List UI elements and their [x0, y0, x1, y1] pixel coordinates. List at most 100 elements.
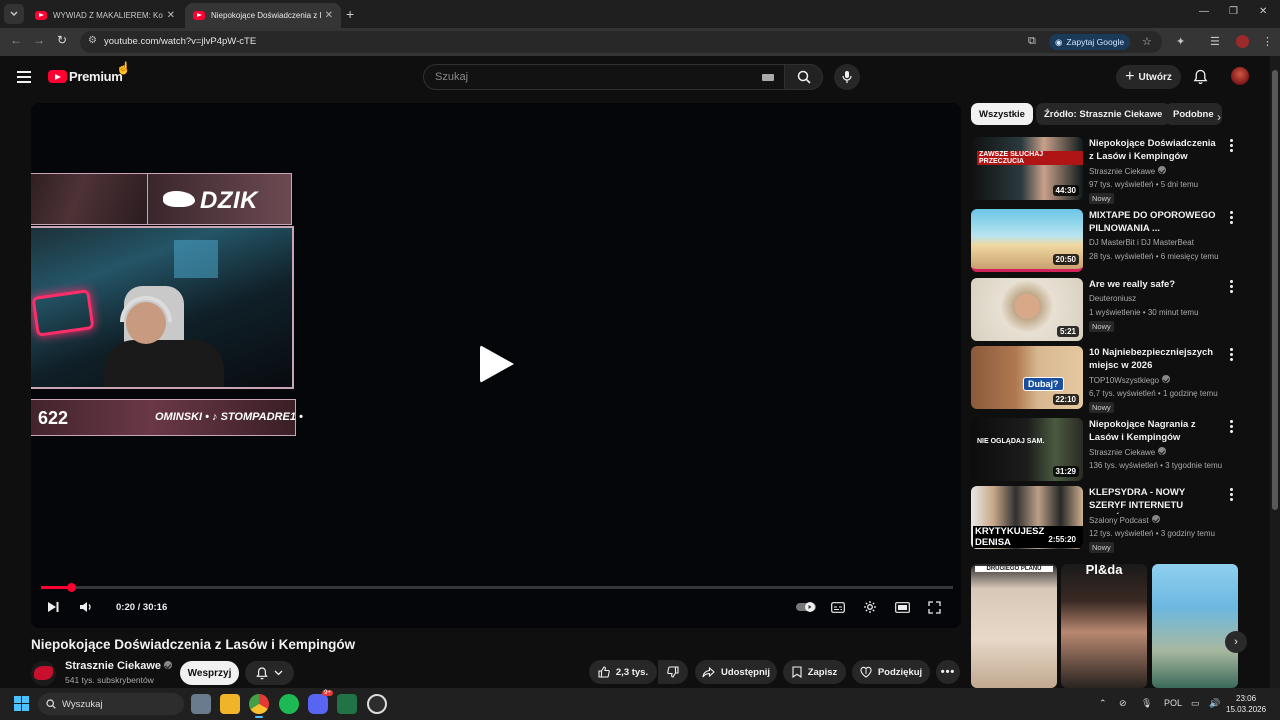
progress-scrubber[interactable] — [67, 583, 76, 592]
excel-icon[interactable] — [337, 694, 357, 714]
fullscreen-button[interactable] — [928, 600, 941, 614]
language-indicator[interactable]: POL — [1164, 698, 1182, 708]
video-thumbnail[interactable]: Dubaj? 22:10 — [971, 346, 1083, 409]
url-field[interactable]: ⚙ youtube.com/watch?v=jlvP4pW-cTE ⧉ ◉ Za… — [80, 31, 1162, 53]
rec-channel[interactable]: Strasznie Ciekawe — [1089, 447, 1167, 457]
scrollbar-thumb[interactable] — [1272, 70, 1278, 510]
chrome-icon[interactable] — [249, 694, 269, 718]
network-off-icon[interactable]: ⊘ — [1119, 698, 1127, 709]
like-button[interactable]: 2,3 tys. — [589, 660, 657, 684]
speaker-icon[interactable]: 🔊 — [1209, 698, 1220, 709]
more-options-icon[interactable] — [1230, 348, 1233, 363]
install-app-icon[interactable]: ⧉ — [1028, 35, 1036, 48]
recommendation-item[interactable]: KRYTYKUJESZ DENISA 2:55:20 KLEPSYDRA - N… — [971, 486, 1241, 553]
dislike-button[interactable] — [658, 660, 688, 684]
rec-channel[interactable]: DJ MasterBit i DJ MasterBeat — [1089, 238, 1194, 247]
play-pause-button[interactable] — [47, 600, 59, 614]
youtube-premium-logo[interactable]: Premium — [48, 69, 123, 84]
recommendation-item[interactable]: NIE OGLĄDAJ SAM. 31:29 Niepokojące Nagra… — [971, 418, 1241, 482]
rec-channel[interactable]: Strasznie Ciekawe — [1089, 166, 1167, 176]
page-scrollbar[interactable] — [1270, 56, 1280, 688]
recommendation-item[interactable]: 5:21 Are we really safe? Deuteroniusz 1 … — [971, 278, 1241, 342]
reload-icon[interactable]: ↻ — [57, 33, 67, 47]
create-button[interactable]: + Utwórz — [1116, 65, 1181, 89]
tab-search-button[interactable] — [4, 4, 24, 24]
subtitles-button[interactable] — [831, 600, 845, 614]
more-options-icon[interactable] — [1230, 420, 1233, 435]
task-view-icon[interactable] — [191, 694, 211, 714]
keyboard-icon[interactable] — [762, 74, 774, 81]
file-explorer-icon[interactable] — [220, 694, 240, 714]
rec-title[interactable]: Are we really safe? — [1089, 278, 1217, 291]
chip-similar[interactable]: Podobne — [1165, 103, 1222, 125]
share-button[interactable]: Udostępnij — [695, 660, 777, 684]
settings-button[interactable] — [863, 600, 877, 614]
notification-settings-button[interactable] — [245, 661, 294, 685]
close-tab-icon[interactable]: ✕ — [167, 10, 175, 21]
new-tab-icon[interactable]: + — [346, 6, 354, 22]
site-info-icon[interactable]: ⚙ — [88, 35, 97, 46]
theater-mode-button[interactable] — [895, 600, 910, 614]
minimize-icon[interactable]: — — [1199, 6, 1209, 17]
extensions-icon[interactable]: ✦ — [1176, 35, 1185, 48]
thanks-button[interactable]: Podziękuj — [852, 660, 930, 684]
recommendation-item[interactable]: ZAWSZE SŁUCHAJ PRZECZUCIA 44:30 Niepokoj… — [971, 137, 1241, 204]
chevron-right-icon[interactable]: › — [1217, 110, 1221, 124]
rec-channel[interactable]: Szalony Podcast — [1089, 515, 1160, 525]
rec-title[interactable]: Niepokojące Nagrania z Lasów i Kempingów — [1089, 418, 1217, 444]
more-options-icon[interactable] — [1230, 488, 1233, 503]
chip-all[interactable]: Wszystkie — [971, 103, 1033, 125]
tray-overflow-icon[interactable]: ⌃ — [1099, 698, 1107, 709]
menu-dots-icon[interactable]: ⋮ — [1262, 35, 1273, 48]
restore-icon[interactable]: ❐ — [1229, 6, 1238, 17]
notifications-bell-icon[interactable] — [1193, 69, 1208, 85]
recommendation-item[interactable]: Dubaj? 22:10 10 Najniebezpieczniejszych … — [971, 346, 1241, 413]
hamburger-menu-icon[interactable] — [17, 71, 31, 83]
voice-search-button[interactable] — [834, 64, 860, 90]
spotify-icon[interactable] — [279, 694, 299, 714]
video-thumbnail[interactable]: KRYTYKUJESZ DENISA 2:55:20 — [971, 486, 1083, 549]
video-thumbnail[interactable]: 5:21 — [971, 278, 1083, 341]
obs-icon[interactable] — [367, 694, 387, 714]
microphone-tray-icon[interactable]: 🎙 — [1141, 698, 1152, 709]
shorts-next-button[interactable]: › — [1225, 631, 1247, 653]
profile-avatar[interactable] — [1236, 35, 1249, 48]
more-actions-button[interactable]: ••• — [936, 660, 960, 684]
rec-title[interactable]: Niepokojące Doświadczenia z Lasów i Kemp… — [1089, 137, 1217, 163]
reading-list-icon[interactable]: ☰ — [1210, 35, 1220, 48]
forward-icon[interactable]: → — [33, 33, 45, 47]
taskbar-clock[interactable]: 23:06 15.03.2026 — [1226, 693, 1266, 715]
autoplay-toggle[interactable] — [795, 600, 817, 614]
rec-channel[interactable]: TOP10Wszystkiego — [1089, 375, 1171, 385]
channel-name[interactable]: Strasznie Ciekawe — [65, 660, 172, 672]
taskbar-search[interactable]: Wyszukaj — [38, 693, 184, 715]
video-thumbnail[interactable]: ZAWSZE SŁUCHAJ PRZECZUCIA 44:30 — [971, 137, 1083, 200]
display-icon[interactable]: ▭ — [1191, 698, 1200, 709]
close-tab-icon[interactable]: ✕ — [325, 10, 333, 21]
volume-button[interactable] — [79, 600, 93, 614]
support-button[interactable]: Wesprzyj — [180, 661, 239, 685]
rec-title[interactable]: 10 Najniebezpieczniejszych miejsc w 2026 — [1089, 346, 1217, 372]
more-options-icon[interactable] — [1230, 139, 1233, 154]
close-window-icon[interactable]: ✕ — [1259, 6, 1267, 17]
ask-google-button[interactable]: ◉ Zapytaj Google — [1049, 34, 1131, 50]
save-button[interactable]: Zapisz — [783, 660, 846, 684]
discord-icon[interactable]: 9+ — [308, 690, 333, 714]
search-button[interactable] — [785, 64, 823, 90]
recommendation-item[interactable]: 20:50 MIXTAPE DO OPOROWEGO PILNOWANIA ..… — [971, 209, 1241, 273]
play-icon[interactable] — [480, 345, 514, 383]
back-icon[interactable]: ← — [10, 33, 22, 47]
more-options-icon[interactable] — [1230, 211, 1233, 226]
bookmark-star-icon[interactable]: ☆ — [1142, 35, 1152, 48]
search-input[interactable]: Szukaj — [423, 64, 785, 90]
more-options-icon[interactable] — [1230, 280, 1233, 295]
rec-title[interactable]: MIXTAPE DO OPOROWEGO PILNOWANIA ... — [1089, 209, 1217, 235]
rec-title[interactable]: KLEPSYDRA - NOWY SZERYF INTERNETU (MAKÓW… — [1089, 486, 1217, 514]
channel-avatar[interactable] — [31, 661, 56, 686]
chip-source[interactable]: Źródło: Strasznie Ciekawe — [1036, 103, 1171, 125]
short-item[interactable] — [1152, 564, 1238, 688]
browser-tab-active[interactable]: Niepokojące Doświadczenia z L ✕ — [185, 3, 341, 28]
video-thumbnail[interactable]: NIE OGLĄDAJ SAM. 31:29 — [971, 418, 1083, 481]
progress-bar[interactable] — [41, 583, 953, 592]
browser-tab[interactable]: WYWIAD Z MAKALIEREM: Kon ✕ — [27, 3, 183, 28]
